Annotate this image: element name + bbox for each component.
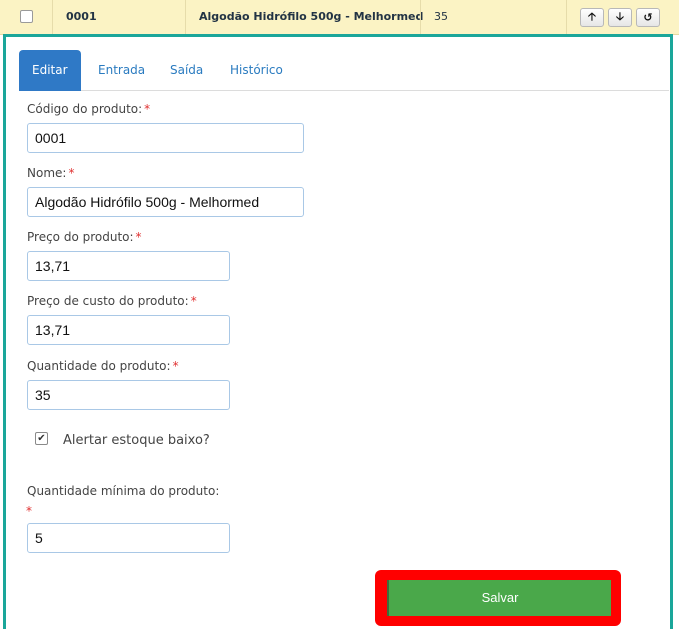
preco-label-text: Preço do produto: [27,230,134,244]
column-divider [420,0,421,34]
preco-label: Preço do produto: * [27,230,142,244]
preco-input[interactable]: 13,71 [27,251,230,281]
required-mark: * [26,504,32,518]
tab-historico[interactable]: Histórico [217,50,296,90]
column-divider [185,0,186,34]
nome-label: Nome: * [27,166,74,180]
tab-bar: Editar Entrada Saída Histórico [19,50,669,91]
row-actions: 🡡 🡣 ↺ [580,8,660,27]
row-product-name: Algodão Hidrófilo 500g - Melhormed [199,10,424,23]
codigo-label: Código do produto: * [27,102,150,116]
tab-entrada[interactable]: Entrada [85,50,158,90]
save-button[interactable]: Salvar [387,580,611,616]
custo-input[interactable]: 13,71 [27,315,230,345]
codigo-input[interactable]: 0001 [27,123,304,153]
undo-icon: ↺ [643,11,653,24]
row-checkbox[interactable] [20,10,33,23]
column-divider [566,0,567,34]
quantidade-minima-label: Quantidade mínima do produto: [27,484,220,498]
custo-label: Preço de custo do produto: * [27,294,197,308]
quantidade-label: Quantidade do produto: * [27,359,179,373]
required-mark: * [190,294,197,308]
nome-input[interactable]: Algodão Hidrófilo 500g - Melhormed [27,187,304,217]
required-mark: * [135,230,142,244]
move-up-button[interactable]: 🡡 [580,8,604,27]
save-highlight: Salvar [375,570,621,626]
column-divider [52,0,53,34]
row-quantity: 35 [434,10,448,23]
arrow-up-icon: 🡡 [588,10,596,23]
quantidade-minima-input[interactable]: 5 [27,523,230,553]
product-row[interactable]: 0001 Algodão Hidrófilo 500g - Melhormed … [0,0,679,35]
alerta-checkbox[interactable]: ✔ [35,432,48,445]
reset-button[interactable]: ↺ [636,8,660,27]
nome-label-text: Nome: [27,166,67,180]
required-mark: * [144,102,151,116]
move-down-button[interactable]: 🡣 [608,8,632,27]
row-code: 0001 [66,10,97,23]
codigo-label-text: Código do produto: [27,102,143,116]
quantidade-input[interactable]: 35 [27,380,230,410]
tab-saida[interactable]: Saída [157,50,216,90]
required-mark: * [172,359,179,373]
arrow-down-icon: 🡣 [616,10,624,23]
alerta-label: Alertar estoque baixo? [63,433,210,448]
custo-label-text: Preço de custo do produto: [27,294,189,308]
required-mark: * [68,166,75,180]
tab-editar[interactable]: Editar [19,50,81,91]
quantidade-label-text: Quantidade do produto: [27,359,171,373]
